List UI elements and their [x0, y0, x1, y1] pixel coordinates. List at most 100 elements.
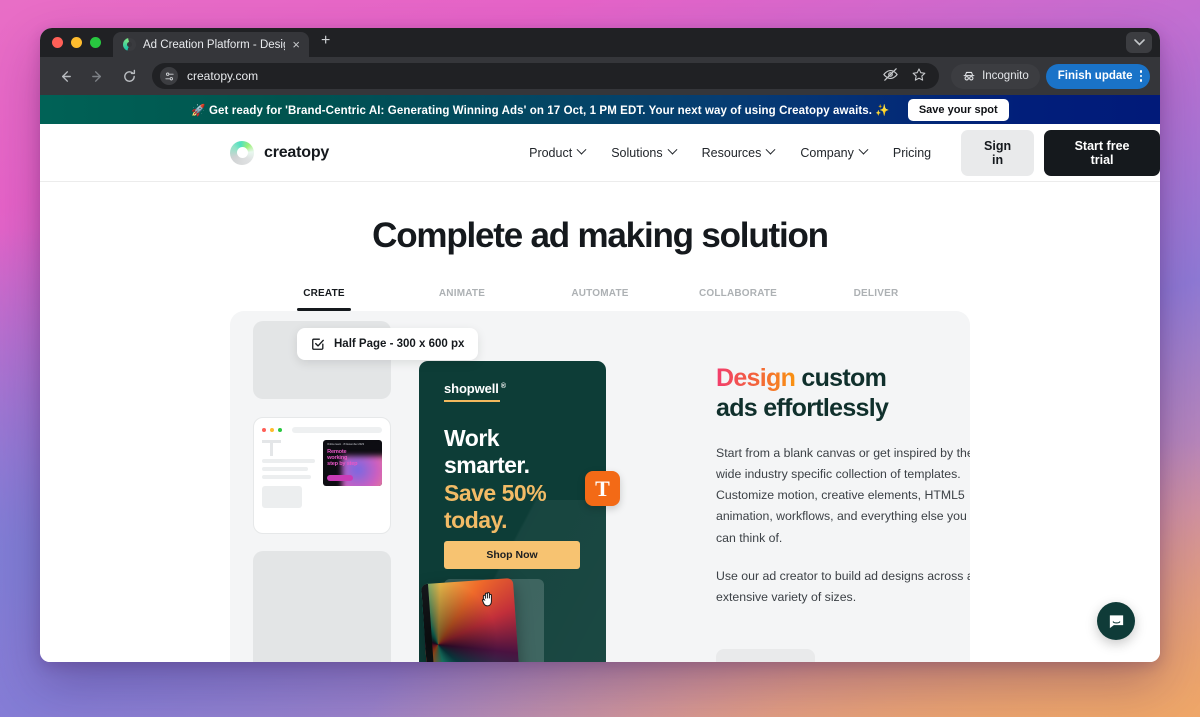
star-icon[interactable]	[911, 67, 927, 86]
registered-mark: ®	[500, 382, 506, 390]
tune-icon[interactable]	[160, 67, 178, 85]
ad-headline-line4: today.	[444, 507, 508, 534]
nav-label: Pricing	[892, 145, 932, 160]
mini-browser-mock: Online learn · 8 December 2023 Remote wo…	[254, 418, 390, 508]
tab-title: Ad Creation Platform - Design	[143, 38, 286, 51]
nav-item-company[interactable]: Company	[800, 144, 869, 160]
mini-article	[262, 440, 316, 508]
start-trial-button[interactable]: Start trial	[716, 648, 815, 662]
nav-label: Solutions	[611, 145, 663, 160]
grab-cursor	[482, 592, 492, 607]
chat-bubble-icon	[1109, 614, 1123, 628]
finish-update-label: Finish update	[1057, 70, 1133, 82]
feature-heading-rest: custom	[795, 364, 887, 392]
thumb-ad-line3: step by step	[327, 461, 358, 468]
ad-headline-line3: Save 50%	[444, 479, 547, 506]
checked-square-icon	[312, 338, 324, 350]
kebab-menu-icon[interactable]	[1139, 70, 1142, 82]
nav-item-resources[interactable]: Resources	[701, 144, 776, 160]
finish-update-button[interactable]: Finish update	[1045, 63, 1150, 89]
incognito-icon	[963, 71, 975, 81]
nav-label: Company	[800, 145, 854, 160]
nav-item-product[interactable]: Product	[529, 144, 587, 160]
showcase-panel: Online learn · 8 December 2023 Remote wo…	[230, 311, 970, 662]
nav-label: Product	[529, 145, 573, 160]
nav-actions: Sign in Start free trial	[961, 129, 1160, 176]
page-title: Complete ad making solution	[372, 216, 829, 255]
ad-headline-line1: Work	[444, 425, 500, 451]
thumbnail-placeholder[interactable]	[253, 551, 391, 662]
minimize-window-button[interactable]	[71, 37, 82, 48]
chevron-down-icon	[858, 144, 869, 155]
nav-label: Resources	[701, 145, 762, 160]
nav-links: Product Solutions Resources Company Pric…	[529, 144, 931, 160]
window-controls	[52, 28, 113, 57]
chevron-down-icon	[765, 144, 776, 155]
chevron-down-icon	[667, 144, 678, 155]
promo-text: 🚀 Get ready for 'Brand-Centric AI: Gener…	[191, 104, 890, 117]
thumb-ad-eyebrow: Online learn · 8 December 2023	[327, 443, 365, 446]
reload-icon	[123, 69, 135, 82]
tab-automate[interactable]: automate	[531, 284, 669, 311]
chevron-down-icon	[576, 144, 587, 155]
brand-logo[interactable]: creatopy	[230, 140, 330, 165]
eye-slash-icon[interactable]	[882, 66, 899, 86]
thumbnail-ad-creative: Online learn · 8 December 2023 Remote wo…	[323, 440, 382, 486]
browser-tab[interactable]: Ad Creation Platform - Design ×	[113, 32, 309, 57]
reload-button[interactable]	[116, 63, 142, 89]
feature-tabs: create animate automate collaborate deli…	[40, 284, 1160, 311]
sign-in-button[interactable]: Sign in	[961, 129, 1035, 176]
tab-search-button[interactable]	[1126, 32, 1152, 53]
feature-copy: Design custom ads effortlessly Start fro…	[716, 363, 970, 662]
omnibox-actions	[882, 66, 927, 86]
back-arrow-icon	[61, 70, 71, 82]
forward-button[interactable]	[84, 63, 110, 89]
feature-heading-line2: ads effortlessly	[716, 394, 889, 422]
ad-headline: Work smarter. Save 50% today.	[444, 425, 547, 534]
browser-toolbar: creatopy.com Incognito Finish update	[40, 57, 1160, 95]
mini-browser-body: Online learn · 8 December 2023 Remote wo…	[262, 440, 382, 508]
tab-animate[interactable]: animate	[393, 284, 531, 311]
ad-brand-text: shopwell	[444, 381, 499, 396]
ad-size-chip[interactable]: Half Page - 300 x 600 px	[297, 328, 479, 360]
text-tool-button[interactable]: T	[585, 471, 620, 506]
new-tab-button[interactable]: +	[309, 33, 340, 52]
brand-name: creatopy	[264, 143, 330, 161]
close-window-button[interactable]	[52, 37, 63, 48]
creatopy-favicon	[123, 38, 136, 51]
thumb-ad-headline: Remote working step by step	[327, 449, 357, 467]
nav-item-pricing[interactable]: Pricing	[893, 146, 931, 160]
incognito-label: Incognito	[982, 70, 1029, 82]
thumbnail-browser-preview[interactable]: Online learn · 8 December 2023 Remote wo…	[253, 417, 391, 534]
tab-collaborate[interactable]: collaborate	[669, 284, 807, 311]
maximize-window-button[interactable]	[90, 37, 101, 48]
chevron-down-icon	[1133, 39, 1145, 46]
chat-widget-button[interactable]	[1097, 602, 1135, 640]
ad-product-image[interactable]	[420, 577, 522, 662]
ad-cta-button[interactable]: Shop Now	[444, 541, 580, 569]
text-placeholder-icon	[262, 440, 281, 456]
mini-browser-bar	[262, 427, 382, 433]
close-icon[interactable]: ×	[292, 38, 300, 51]
incognito-indicator[interactable]: Incognito	[951, 63, 1040, 89]
site-navbar: creatopy Product Solutions Resources Com…	[40, 124, 1160, 182]
feature-paragraph-1: Start from a blank canvas or get inspire…	[716, 446, 970, 545]
tab-create[interactable]: create	[255, 284, 393, 311]
page-viewport: 🚀 Get ready for 'Brand-Centric AI: Gener…	[40, 95, 1160, 662]
nav-item-solutions[interactable]: Solutions	[611, 144, 678, 160]
url-text: creatopy.com	[187, 69, 259, 83]
save-your-spot-button[interactable]: Save your spot	[907, 98, 1009, 121]
tab-strip: Ad Creation Platform - Design × +	[40, 28, 1160, 57]
feature-heading: Design custom ads effortlessly	[716, 363, 970, 423]
tab-deliver[interactable]: deliver	[807, 284, 945, 311]
start-free-trial-button[interactable]: Start free trial	[1044, 129, 1160, 176]
address-bar[interactable]: creatopy.com	[152, 63, 940, 89]
forward-arrow-icon	[91, 70, 101, 82]
feature-heading-highlight: Design	[716, 364, 796, 392]
feature-paragraph-2: Use our ad creator to build ad designs a…	[716, 568, 970, 604]
ad-canvas[interactable]: shopwell ® Work smarter. Save 50% today. …	[419, 361, 606, 662]
template-thumbnails: Online learn · 8 December 2023 Remote wo…	[253, 311, 391, 662]
ad-brand-name: shopwell ®	[444, 381, 506, 396]
back-button[interactable]	[52, 63, 78, 89]
ad-headline-line2: smarter.	[444, 452, 530, 479]
